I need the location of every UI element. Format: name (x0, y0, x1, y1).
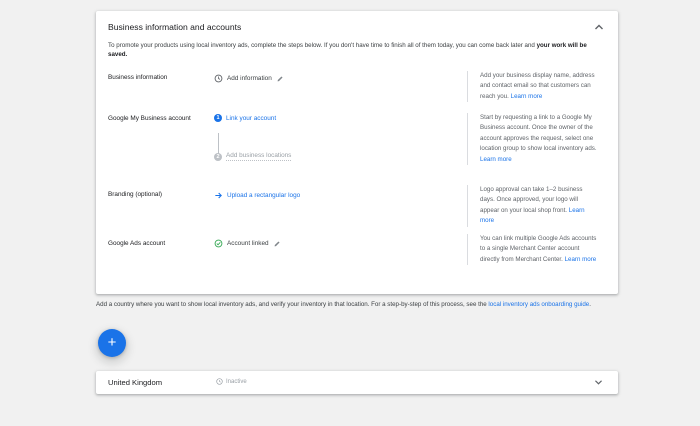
add-information-action[interactable]: Add information (214, 74, 284, 83)
country-card[interactable]: United Kingdom Inactive (96, 371, 618, 394)
country-name: United Kingdom (108, 378, 163, 387)
step-1-badge: 1 (214, 114, 222, 122)
clock-icon (216, 378, 223, 385)
link-account-link[interactable]: Link your account (226, 115, 276, 122)
add-country-button[interactable]: + (98, 329, 126, 357)
pencil-icon[interactable] (276, 75, 284, 83)
add-business-locations-label: Add business locations (226, 152, 292, 161)
arrow-right-icon (215, 192, 222, 199)
clock-icon (214, 74, 223, 83)
chevron-up-icon[interactable] (594, 23, 604, 31)
upload-logo-action[interactable]: Upload a rectangular logo (214, 191, 300, 200)
learn-more-link[interactable]: Learn more (511, 93, 543, 100)
step-2-badge: 2 (214, 152, 222, 161)
check-circle-icon (214, 239, 223, 248)
account-linked-label: Account linked (227, 240, 269, 247)
account-linked-status: Account linked (214, 239, 281, 248)
business-information-label: Business information (108, 74, 168, 81)
learn-more-link[interactable]: Learn more (565, 256, 597, 263)
intro-text: To promote your products using local inv… (108, 42, 587, 58)
branding-label: Branding (optional) (108, 191, 162, 198)
business-info-help: Add your business display name, address … (467, 71, 597, 103)
link-account-step[interactable]: 1 Link your account (214, 114, 276, 122)
pencil-icon[interactable] (273, 240, 281, 248)
status-badge: Inactive (226, 378, 247, 385)
gmb-help: Start by requesting a link to a Google M… (467, 113, 597, 166)
learn-more-link[interactable]: Learn more (480, 156, 512, 163)
country-hint-text: Add a country where you want to show loc… (96, 301, 591, 308)
business-info-card: Business information and accounts To pro… (96, 11, 618, 294)
branding-help: Logo approval can take 1–2 business days… (467, 185, 597, 227)
gmb-account-label: Google My Business account (108, 115, 191, 122)
google-ads-help: You can link multiple Google Ads account… (467, 234, 597, 266)
google-ads-label: Google Ads account (108, 240, 166, 247)
upload-logo-link[interactable]: Upload a rectangular logo (227, 192, 300, 199)
chevron-down-icon[interactable] (594, 379, 603, 386)
country-status: Inactive (216, 378, 247, 385)
add-locations-step: 2 Add business locations (214, 152, 292, 161)
onboarding-guide-link[interactable]: local inventory ads onboarding guide (488, 301, 589, 308)
card-title: Business information and accounts (108, 22, 242, 32)
add-information-label: Add information (227, 75, 272, 82)
